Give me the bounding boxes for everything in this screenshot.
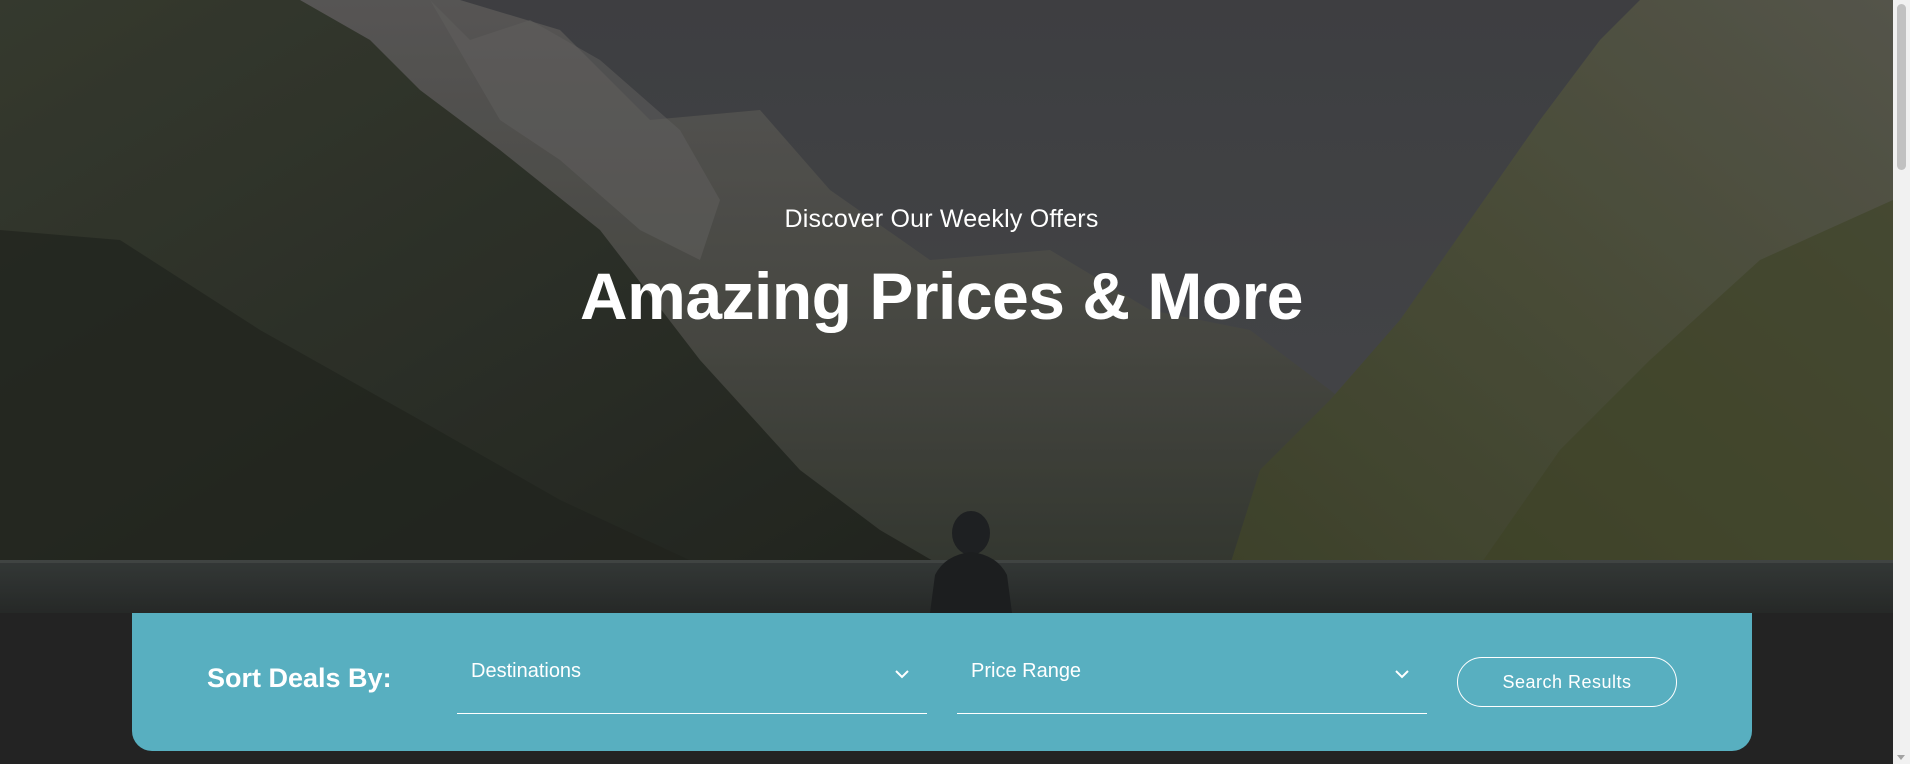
scrollbar-thumb[interactable]	[1897, 4, 1906, 170]
page: Discover Our Weekly Offers Amazing Price…	[0, 0, 1910, 764]
destinations-select[interactable]: Destinations	[457, 659, 927, 714]
hero-banner: Discover Our Weekly Offers Amazing Price…	[0, 0, 1893, 613]
page-scrollbar[interactable]	[1893, 0, 1910, 764]
price-range-select[interactable]: Price Range	[957, 659, 1427, 714]
chevron-down-icon	[1395, 670, 1409, 679]
sort-deals-label: Sort Deals By:	[207, 663, 392, 693]
scroll-down-arrow-icon[interactable]	[1897, 755, 1905, 760]
hero-subtitle: Discover Our Weekly Offers	[784, 205, 1099, 233]
destinations-select-value: Destinations	[471, 660, 582, 682]
chevron-down-icon	[895, 670, 909, 679]
hero-title: Amazing Prices & More	[579, 259, 1304, 333]
search-results-button[interactable]: Search Results	[1457, 657, 1677, 707]
deal-filter-bar: Sort Deals By: Destinations Price Range …	[132, 613, 1752, 751]
price-range-select-value: Price Range	[971, 660, 1082, 682]
